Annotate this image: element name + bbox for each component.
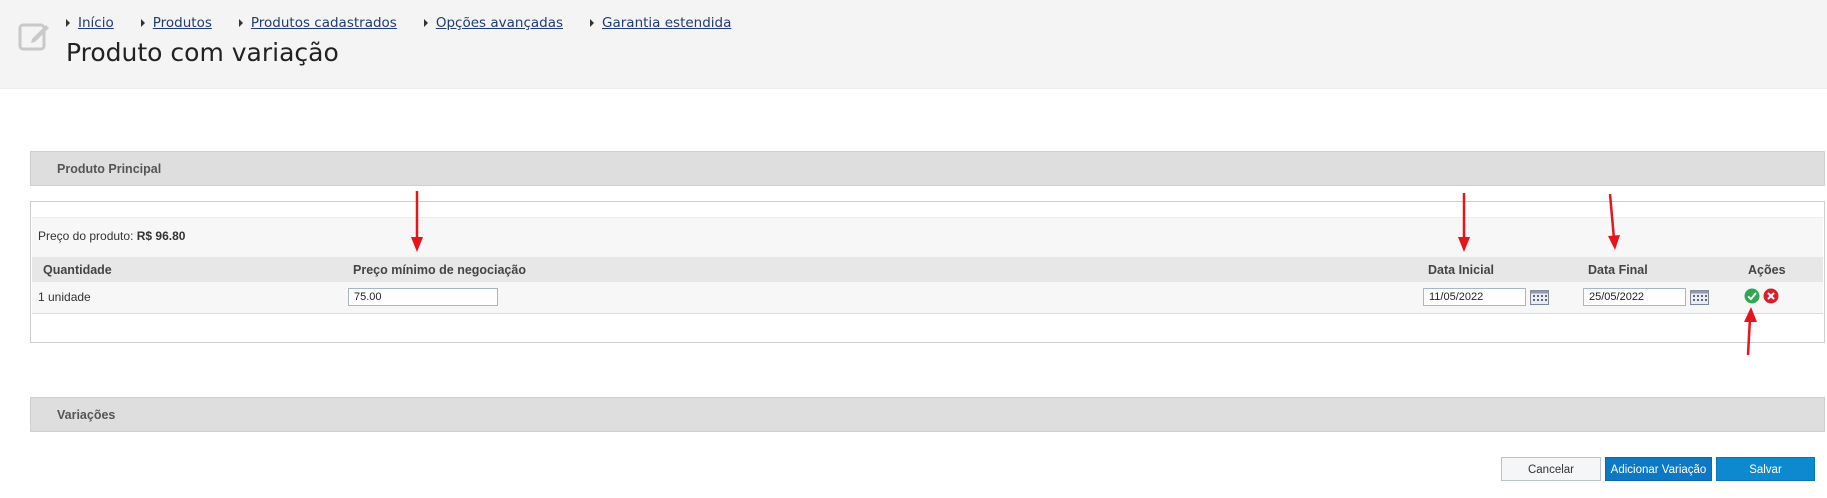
breadcrumb: Início Produtos Produtos cadastrados Opç… [66, 15, 758, 31]
table-row: 1 unidade [32, 282, 1823, 314]
annotation-arrow-down-icon [1608, 194, 1620, 250]
breadcrumb-item-produtos-cadastrados[interactable]: Produtos cadastrados [238, 15, 397, 31]
section-title: Variações [57, 408, 116, 422]
section-header-main-product[interactable]: Produto Principal [30, 151, 1825, 186]
column-header-min-price: Preço mínimo de negociação [353, 263, 526, 277]
annotation-arrow-down-icon [411, 191, 423, 252]
section-header-variations[interactable]: Variações [30, 397, 1825, 432]
page-title: Produto com variação [66, 38, 339, 67]
product-price-value: R$ 96.80 [136, 229, 186, 243]
x-circle-icon[interactable] [1763, 288, 1779, 304]
column-header-end-date: Data Final [1588, 263, 1648, 277]
annotation-arrow-up-icon [1744, 307, 1757, 356]
start-date-input[interactable] [1423, 288, 1526, 306]
annotation-arrow-down-icon [1458, 193, 1470, 252]
end-date-input[interactable] [1583, 288, 1686, 306]
column-header-quantity: Quantidade [43, 263, 112, 277]
page-header: Início Produtos Produtos cadastrados Opç… [0, 0, 1827, 89]
breadcrumb-link[interactable]: Produtos [153, 15, 212, 31]
column-header-actions: Ações [1748, 263, 1786, 277]
caret-right-icon [238, 19, 243, 27]
breadcrumb-item-inicio[interactable]: Início [66, 15, 114, 31]
breadcrumb-link[interactable]: Produtos cadastrados [251, 15, 397, 31]
breadcrumb-link[interactable]: Início [78, 15, 114, 31]
caret-right-icon [66, 19, 70, 27]
check-circle-icon[interactable] [1744, 288, 1760, 304]
caret-right-icon [140, 19, 145, 27]
breadcrumb-item-produtos[interactable]: Produtos [140, 15, 212, 31]
calendar-icon[interactable] [1690, 290, 1709, 305]
breadcrumb-item-opcoes-avancadas[interactable]: Opções avançadas [423, 15, 563, 31]
calendar-icon[interactable] [1530, 290, 1549, 305]
main-product-panel: Preço do produto: R$ 96.80 Quantidade Pr… [30, 201, 1825, 343]
cancel-button[interactable]: Cancelar [1501, 457, 1601, 481]
quantity-cell: 1 unidade [38, 290, 91, 304]
table-header: Quantidade Preço mínimo de negociação Da… [32, 257, 1823, 282]
product-price: Preço do produto: R$ 96.80 [38, 229, 185, 243]
save-button[interactable]: Salvar [1716, 457, 1815, 481]
caret-right-icon [590, 19, 595, 27]
column-header-start-date: Data Inicial [1428, 263, 1494, 277]
caret-right-icon [423, 19, 428, 27]
product-price-row: Preço do produto: R$ 96.80 [32, 217, 1823, 258]
min-price-input[interactable] [348, 288, 498, 306]
edit-icon [18, 23, 49, 51]
breadcrumb-link[interactable]: Opções avançadas [436, 15, 563, 31]
add-variation-button[interactable]: Adicionar Variação [1605, 457, 1712, 481]
section-title: Produto Principal [57, 162, 162, 176]
breadcrumb-item-garantia-estendida[interactable]: Garantia estendida [590, 15, 731, 31]
breadcrumb-link[interactable]: Garantia estendida [602, 15, 731, 31]
product-price-label: Preço do produto: [38, 229, 134, 243]
